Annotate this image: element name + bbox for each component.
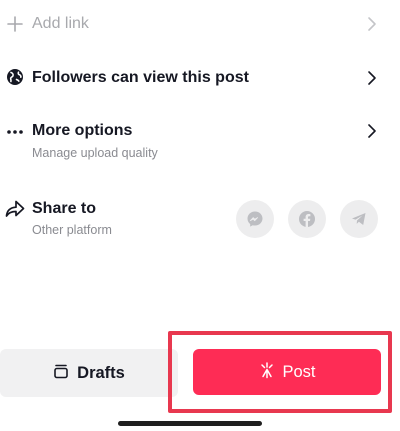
globe-icon (5, 67, 25, 87)
share-arrow-icon (5, 199, 25, 219)
add-link-label: Add link (32, 15, 89, 32)
more-options-subtitle: Manage upload quality (32, 146, 158, 160)
privacy-label: Followers can view this post (32, 69, 249, 86)
chevron-right-icon (366, 123, 378, 139)
drafts-icon (53, 363, 69, 384)
share-targets (236, 200, 378, 238)
share-to-row: Share to Other platform (0, 198, 400, 242)
add-link-row[interactable]: Add link (0, 12, 400, 36)
more-options-label: More options (32, 122, 133, 139)
share-to-label: Share to (32, 200, 97, 217)
more-options-row[interactable]: More options Manage upload quality (0, 118, 400, 164)
home-indicator (118, 421, 262, 426)
plus-icon (5, 14, 25, 34)
drafts-label: Drafts (77, 363, 125, 382)
chevron-right-icon (366, 16, 378, 32)
more-dots-icon (5, 122, 25, 142)
share-to-subtitle: Other platform (32, 223, 112, 237)
privacy-row[interactable]: Followers can view this post (0, 64, 400, 92)
chevron-right-icon (366, 70, 378, 86)
facebook-icon[interactable] (288, 200, 326, 238)
telegram-icon[interactable] (340, 200, 378, 238)
drafts-button[interactable]: Drafts (0, 349, 178, 397)
messenger-icon[interactable] (236, 200, 274, 238)
highlight-box (168, 331, 392, 413)
